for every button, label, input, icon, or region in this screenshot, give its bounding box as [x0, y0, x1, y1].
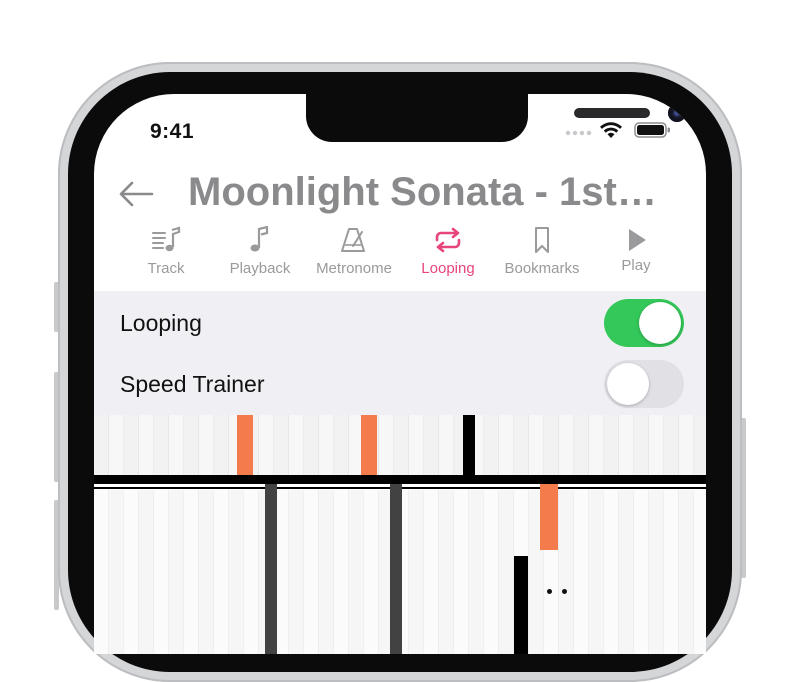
tab-track[interactable]: Track: [118, 224, 214, 282]
tab-playback[interactable]: Playback: [212, 224, 308, 282]
tab-looping[interactable]: Looping: [400, 224, 496, 282]
tab-label: Track: [147, 260, 185, 277]
loop-note: [540, 484, 558, 550]
earpiece-speaker: [574, 108, 650, 118]
play-icon: [629, 229, 646, 251]
phone-screen: 9:41 Moonlight Sonata - 1st Movement: [94, 94, 706, 654]
loop-note: [237, 415, 253, 475]
tab-label: Metronome: [316, 260, 392, 277]
bookmark-icon: [535, 227, 549, 253]
looping-row: Looping: [94, 293, 706, 353]
piano-roll-upper-lane: [94, 415, 706, 475]
speed-trainer-label: Speed Trainer: [120, 371, 265, 397]
looping-label: Looping: [120, 310, 202, 336]
piano-roll[interactable]: [94, 415, 706, 654]
note-dot: [562, 589, 567, 594]
speed-trainer-row: Speed Trainer: [94, 354, 706, 414]
note: [514, 556, 528, 654]
metronome-icon: [341, 228, 365, 252]
played-note: [265, 484, 277, 654]
arrow-left-icon: [119, 181, 154, 207]
toggle-knob: [639, 302, 681, 344]
tab-bar: Track Playback Metronome Looping Bookmar…: [118, 224, 682, 284]
page-title: Moonlight Sonata - 1st Movement: [188, 170, 658, 214]
back-button[interactable]: [116, 178, 156, 210]
track-list-icon: [152, 226, 181, 252]
tab-label: Looping: [421, 260, 475, 277]
tab-label: Bookmarks: [504, 260, 580, 277]
tab-label: Playback: [229, 260, 291, 277]
toggle-knob: [607, 363, 649, 405]
battery-icon: [634, 122, 670, 138]
looping-toggle[interactable]: [604, 299, 684, 347]
played-note: [390, 484, 402, 654]
status-time: 9:41: [150, 120, 195, 143]
loop-settings-panel: Looping Speed Trainer: [94, 291, 706, 415]
tab-label: Play: [621, 257, 651, 274]
timeline-divider: [94, 475, 706, 484]
loop-note: [361, 415, 377, 475]
cellular-icon: [565, 130, 592, 136]
tab-bookmarks[interactable]: Bookmarks: [494, 224, 590, 282]
front-camera: [668, 104, 686, 122]
loop-marker: [463, 415, 475, 475]
note-dot: [547, 589, 552, 594]
wifi-icon: [600, 122, 622, 138]
notch: [306, 94, 686, 142]
tab-play[interactable]: Play: [588, 224, 684, 282]
music-note-icon: [250, 226, 269, 252]
repeat-icon: [435, 227, 461, 253]
tab-metronome[interactable]: Metronome: [306, 224, 402, 282]
speed-trainer-toggle[interactable]: [604, 360, 684, 408]
